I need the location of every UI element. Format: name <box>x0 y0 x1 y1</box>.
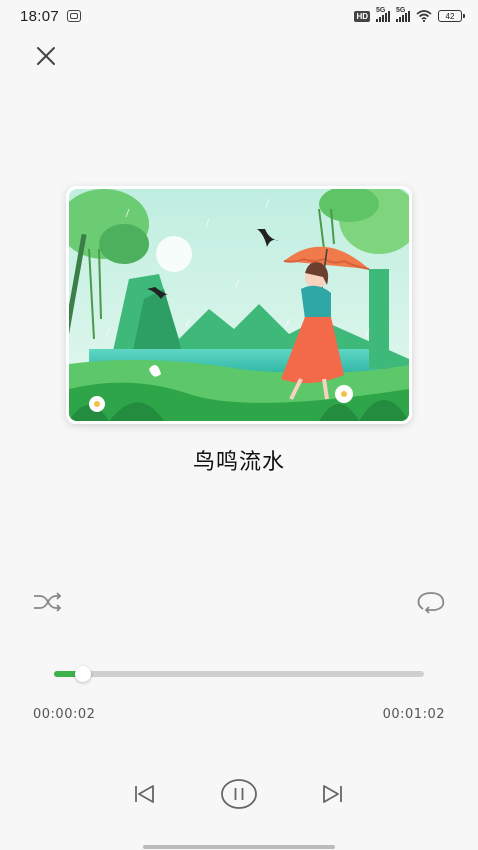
notification-icon <box>67 10 82 22</box>
home-indicator[interactable] <box>143 845 335 849</box>
close-icon <box>37 47 55 65</box>
shuffle-button[interactable] <box>31 589 63 615</box>
signal-2-icon: 5G <box>396 7 410 22</box>
wifi-icon <box>416 10 432 22</box>
progress-track <box>54 671 424 677</box>
battery-level: 42 <box>445 11 455 21</box>
current-time: 00:00:02 <box>33 707 96 722</box>
album-cover <box>66 186 412 424</box>
song-title: 鸟鸣流水 <box>192 449 285 474</box>
pause-icon <box>221 779 257 809</box>
status-time: 18:07 <box>20 7 60 25</box>
progress-knob[interactable] <box>74 666 91 682</box>
skip-next-icon <box>323 785 342 803</box>
pause-button[interactable] <box>220 777 258 811</box>
battery-icon: 42 <box>438 10 465 22</box>
shuffle-icon <box>34 592 62 612</box>
next-button[interactable] <box>320 781 346 807</box>
previous-button[interactable] <box>131 781 157 807</box>
signal-2-label: 5G <box>396 7 406 14</box>
cover-illustration <box>69 189 409 421</box>
status-bar: 18:07 HD 5G 5G 42 <box>0 0 478 32</box>
status-left: 18:07 <box>20 7 82 25</box>
signal-1-icon: 5G <box>376 7 390 22</box>
hd-badge: HD <box>354 10 370 22</box>
signal-1-label: 5G <box>376 7 386 14</box>
total-time: 00:01:02 <box>382 707 445 722</box>
skip-previous-icon <box>135 785 154 803</box>
status-right: HD 5G 5G 42 <box>354 7 465 22</box>
repeat-icon <box>417 592 445 614</box>
close-button[interactable] <box>32 42 60 70</box>
repeat-button[interactable] <box>415 589 447 615</box>
progress-bar[interactable] <box>54 666 424 682</box>
